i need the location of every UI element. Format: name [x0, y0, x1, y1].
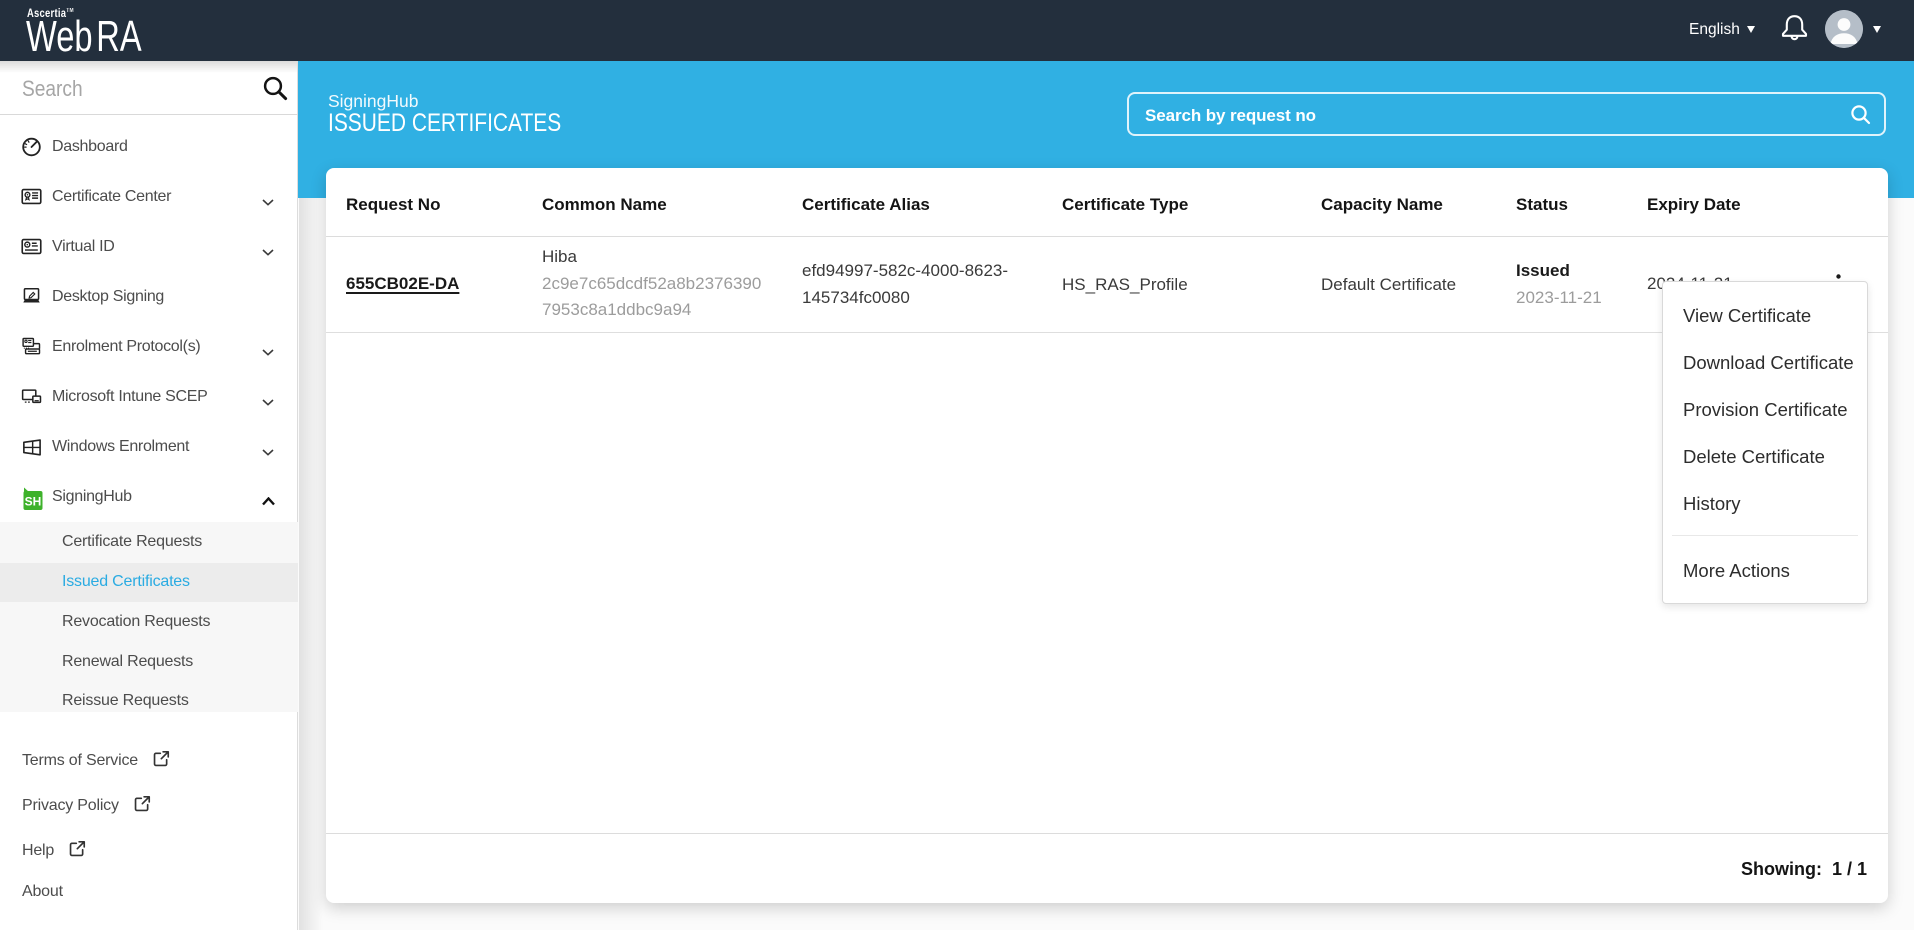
svg-text:SH: SH	[25, 495, 42, 509]
